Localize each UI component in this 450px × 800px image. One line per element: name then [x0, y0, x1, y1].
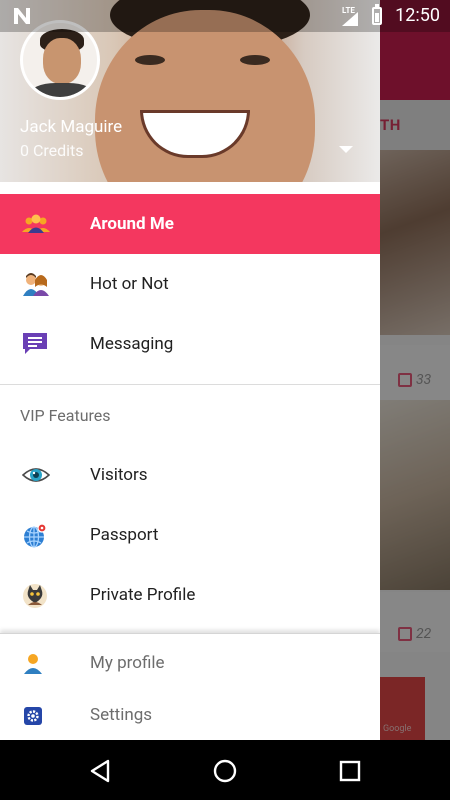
user-credits: 0 Credits: [20, 141, 84, 160]
menu-item-around-me[interactable]: Around Me: [0, 194, 380, 254]
menu-item-label: Hot or Not: [90, 274, 169, 294]
section-title-vip: VIP Features: [20, 406, 111, 425]
user-name: Jack Maguire: [20, 117, 123, 137]
menu-item-label: Private Profile: [90, 585, 196, 605]
clock: 12:50: [395, 5, 440, 26]
couple-icon: [22, 272, 49, 296]
cat-mask-icon: [22, 583, 48, 608]
eye-icon: [21, 463, 51, 487]
drawer-footer: My profile Settings: [0, 633, 380, 740]
menu-item-label: Passport: [90, 525, 159, 545]
menu-item-visitors[interactable]: Visitors: [0, 445, 380, 505]
menu-item-label: Visitors: [90, 465, 148, 485]
gear-icon: [22, 705, 44, 727]
header-photo-eye: [240, 55, 270, 65]
menu-item-private-profile[interactable]: Private Profile: [0, 565, 380, 625]
header-photo-eye: [135, 55, 165, 65]
recents-icon[interactable]: [337, 758, 363, 784]
signal-icon: [342, 12, 358, 26]
menu-item-label: Messaging: [90, 334, 174, 354]
menu-item-label: Settings: [90, 705, 153, 725]
menu-item-passport[interactable]: Passport: [0, 505, 380, 565]
avatar[interactable]: [20, 20, 100, 100]
system-navigation-bar: [0, 740, 450, 800]
menu-item-hot-or-not[interactable]: Hot or Not: [0, 254, 380, 314]
status-bar: LTE 12:50: [0, 0, 450, 32]
chat-icon: [22, 332, 48, 356]
home-icon[interactable]: [212, 758, 238, 784]
menu-item-messaging[interactable]: Messaging: [0, 314, 380, 374]
chevron-down-icon[interactable]: [339, 146, 353, 153]
menu-item-label: My profile: [90, 653, 165, 673]
person-icon: [22, 653, 44, 675]
battery-icon: [372, 4, 382, 25]
back-icon[interactable]: [88, 758, 114, 784]
globe-icon: [22, 523, 48, 548]
divider: [0, 384, 380, 385]
menu-item-settings[interactable]: Settings: [0, 689, 380, 740]
menu-item-label: Around Me: [90, 214, 174, 234]
navigation-drawer: Jack Maguire 0 Credits Around Me Hot or …: [0, 0, 380, 740]
menu-item-my-profile[interactable]: My profile: [0, 637, 380, 689]
people-icon: [22, 212, 50, 236]
notification-icon: [12, 6, 32, 26]
